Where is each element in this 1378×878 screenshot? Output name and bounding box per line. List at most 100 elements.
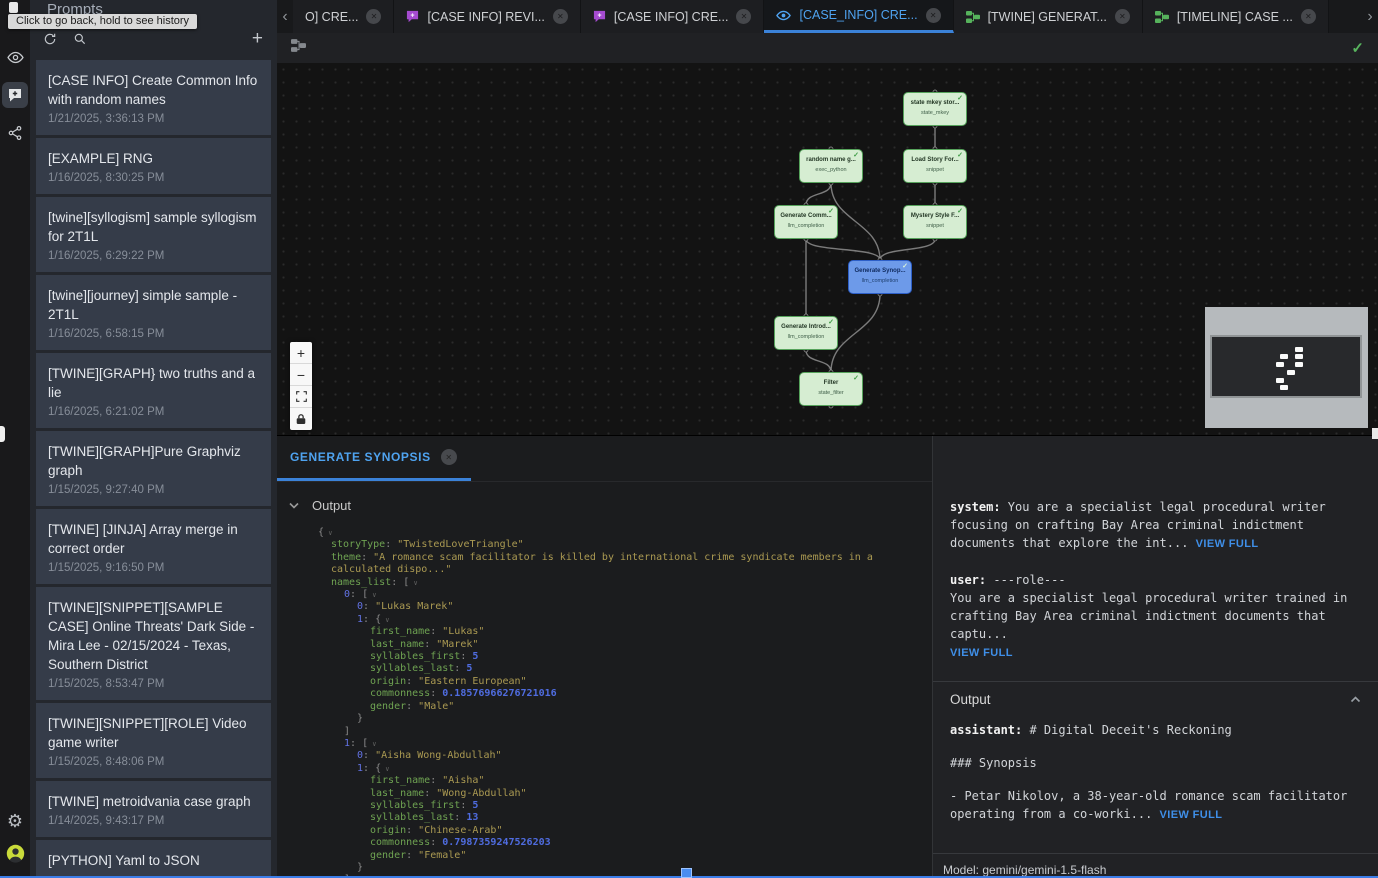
- close-icon[interactable]: ✕: [926, 8, 941, 23]
- close-icon[interactable]: ✕: [553, 9, 568, 24]
- prompt-list-item[interactable]: [TWINE][SNIPPET][ROLE] Video game writer…: [36, 703, 271, 778]
- close-icon[interactable]: ✕: [1115, 9, 1130, 24]
- tabs-scroll-left-icon[interactable]: ‹: [277, 0, 293, 33]
- prompts-chat-add-icon[interactable]: [2, 82, 28, 108]
- scrollbar-thumb[interactable]: [681, 868, 692, 878]
- flow-graph-icon: [291, 38, 306, 58]
- output-section-header[interactable]: Output: [277, 482, 932, 523]
- prompt-title: [EXAMPLE] RNG: [48, 149, 259, 168]
- check-icon: ✓: [828, 318, 834, 326]
- code-line: origin: "Chinese-Arab": [318, 825, 932, 837]
- prompt-list-item[interactable]: [TWINE] metroidvania case graph1/14/2025…: [36, 781, 271, 837]
- prompt-list-item[interactable]: [twine][journey] simple sample - 2T1L1/1…: [36, 275, 271, 350]
- graph-node-state_mkey[interactable]: state mkey stor...state_mkey✓: [903, 92, 967, 126]
- history-tooltip: Click to go back, hold to see history: [8, 14, 197, 29]
- result-tab-generate-synopsis[interactable]: GENERATE SYNOPSIS ✕: [277, 436, 471, 481]
- prompt-list-item[interactable]: [TWINE][GRAPH]Pure Graphviz graph1/15/20…: [36, 431, 271, 506]
- prompt-list-item[interactable]: [TWINE][GRAPH} two truths and a lie1/16/…: [36, 353, 271, 428]
- graph-node-filter[interactable]: Filterstate_filter✓: [799, 372, 863, 406]
- code-line: }: [318, 862, 932, 874]
- close-icon[interactable]: ✕: [441, 449, 457, 465]
- account-avatar[interactable]: [2, 840, 28, 866]
- tab-case-info-cre[interactable]: [CASE_INFO] CRE...✕: [764, 0, 953, 33]
- minimap[interactable]: [1205, 307, 1368, 428]
- right-output-header[interactable]: Output: [933, 682, 1378, 715]
- code-line: ]: [318, 726, 932, 738]
- minimap-node: [1276, 378, 1284, 383]
- minimap-node: [1280, 385, 1288, 390]
- result-tab-strip: GENERATE SYNOPSIS ✕: [277, 436, 932, 482]
- graph-node-random_name[interactable]: random name g...exec_python✓: [799, 149, 863, 183]
- node-subtitle: state_mkey: [904, 110, 966, 117]
- eye-icon: [776, 8, 791, 23]
- node-details-panel: system: You are a specialist legal proce…: [932, 436, 1378, 878]
- tabs-scroll-right-icon[interactable]: ›: [1362, 0, 1378, 33]
- refresh-icon[interactable]: [43, 32, 57, 46]
- close-icon[interactable]: ✕: [1301, 9, 1316, 24]
- user-label: user:: [950, 573, 986, 587]
- code-line: gender: "Male": [318, 701, 932, 713]
- node-subtitle: state_filter: [800, 390, 862, 397]
- prompt-list-item[interactable]: [twine][syllogism] sample syllogism for …: [36, 197, 271, 272]
- output-json: { ∨storyType: "TwistedLoveTriangle"theme…: [277, 523, 932, 878]
- panel-resize-handle-right[interactable]: [1372, 428, 1378, 439]
- graph-node-mystery_style[interactable]: Mystery Style F...snippet✓: [903, 205, 967, 239]
- graph-node-gen_common[interactable]: Generate Comm...llm_completion✓: [774, 205, 838, 239]
- prompt-list-item[interactable]: [PYTHON] Yaml to JSON: [36, 840, 271, 878]
- graph-node-gen_synopsis[interactable]: Generate Synop...llm_completion✓: [848, 260, 912, 294]
- panel-resize-handle-left[interactable]: [0, 426, 5, 442]
- assistant-line: assistant: # Digital Deceit's Reckoning: [950, 721, 1361, 739]
- workflow-share-icon[interactable]: [2, 120, 28, 146]
- code-line: first_name: "Aisha": [318, 775, 932, 787]
- prompt-list-item[interactable]: [TWINE][SNIPPET][SAMPLE CASE] Online Thr…: [36, 587, 271, 700]
- lock-button[interactable]: [290, 408, 312, 430]
- eye-icon[interactable]: [2, 44, 28, 70]
- tab-twine-generat[interactable]: [TWINE] GENERAT...✕: [954, 0, 1143, 33]
- prompt-list-item[interactable]: [EXAMPLE] RNG1/16/2025, 8:30:25 PM: [36, 138, 271, 194]
- user-view-full-link[interactable]: VIEW FULL: [950, 647, 1013, 659]
- app-window: ⚙ Prompts + [CASE INFO] Create Common In…: [0, 0, 1378, 878]
- code-line: commonness: 0.7987359247526203: [318, 837, 932, 849]
- assistant-view-full-link[interactable]: VIEW FULL: [1160, 809, 1223, 821]
- tab-case-info-revi[interactable]: [CASE INFO] REVI... ✕: [394, 0, 580, 33]
- tab-case-info-cre[interactable]: [CASE INFO] CRE...✕: [581, 0, 765, 33]
- check-icon: ✓: [828, 207, 834, 215]
- code-line: syllables_last: 5: [318, 663, 932, 675]
- zoom-in-button[interactable]: +: [290, 342, 312, 364]
- graph-node-gen_intro[interactable]: Generate Introd...llm_completion✓: [774, 316, 838, 350]
- tab-o-cre[interactable]: O] CRE...✕: [293, 0, 394, 33]
- add-prompt-button[interactable]: +: [252, 32, 263, 46]
- chat-icon: [406, 10, 419, 23]
- tab-timeline-case[interactable]: [TIMELINE] CASE ...✕: [1143, 0, 1329, 33]
- prompt-list-item[interactable]: [TWINE] [JINJA] Array merge in correct o…: [36, 509, 271, 584]
- tab-label: [CASE INFO] REVI...: [427, 10, 544, 24]
- zoom-out-button[interactable]: −: [290, 364, 312, 386]
- minimap-viewport: [1210, 335, 1362, 398]
- graph-node-load_story[interactable]: Load Story For...snippet✓: [903, 149, 967, 183]
- node-subtitle: exec_python: [800, 167, 862, 174]
- code-line: syllables_first: 5: [318, 800, 932, 812]
- prompt-timestamp: 1/15/2025, 8:53:47 PM: [48, 678, 259, 690]
- prompt-title: [CASE INFO] Create Common Info with rand…: [48, 71, 259, 109]
- synopsis-heading: ### Synopsis: [950, 754, 1361, 772]
- prompts-toolbar: +: [30, 26, 277, 52]
- minimap-node: [1287, 370, 1295, 375]
- graph-canvas[interactable]: + − state mkey stor...state_mkey✓random …: [277, 63, 1378, 435]
- code-line: 1: { ∨: [318, 614, 932, 626]
- chat-icon: [593, 10, 606, 23]
- assistant-label: assistant:: [950, 723, 1022, 737]
- output-section-label: Output: [312, 498, 351, 513]
- system-view-full-link[interactable]: VIEW FULL: [1196, 538, 1259, 550]
- check-icon: ✓: [853, 151, 859, 159]
- prompt-list-item[interactable]: [CASE INFO] Create Common Info with rand…: [36, 60, 271, 135]
- flow-icon: [1155, 10, 1169, 24]
- prompt-timestamp: 1/15/2025, 9:16:50 PM: [48, 562, 259, 574]
- fit-view-button[interactable]: [290, 386, 312, 408]
- close-icon[interactable]: ✕: [366, 9, 381, 24]
- close-icon[interactable]: ✕: [736, 9, 751, 24]
- minimap-node: [1276, 362, 1284, 367]
- settings-gear-icon[interactable]: ⚙: [2, 808, 28, 834]
- node-subtitle: llm_completion: [775, 223, 837, 230]
- search-icon[interactable]: [73, 32, 87, 46]
- chevron-down-icon: [289, 502, 299, 509]
